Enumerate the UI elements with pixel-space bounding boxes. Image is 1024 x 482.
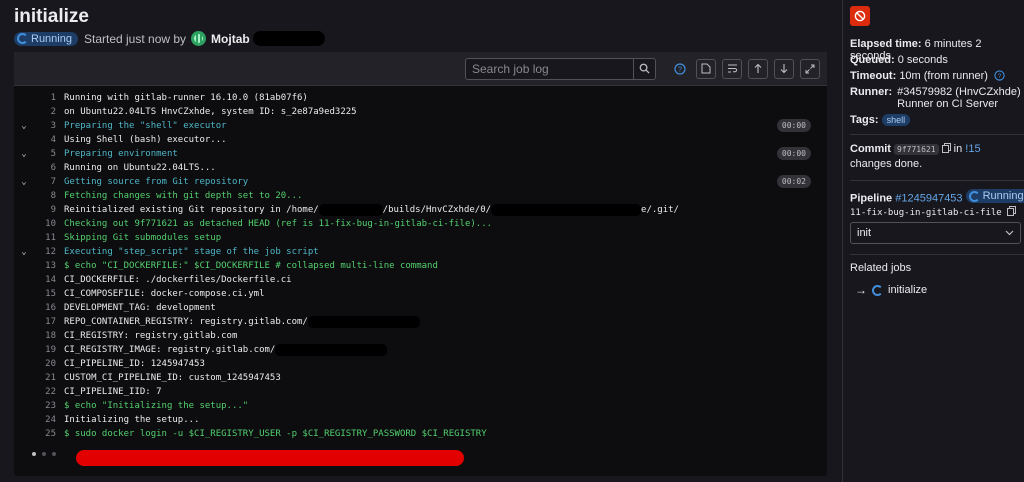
log-section-header[interactable]: ⌄ 7 Getting source from Git repository 00:0…: [14, 175, 827, 189]
redaction: [76, 450, 464, 466]
divider: [850, 134, 1024, 135]
log-line: 25 $ sudo docker login -u $CI_REGISTRY_US…: [45, 429, 487, 439]
redaction: [252, 31, 325, 46]
pipeline-link[interactable]: #1245947453: [895, 193, 962, 205]
cancel-icon: [854, 10, 866, 22]
chevron-down-icon[interactable]: ⌄: [14, 175, 34, 189]
svg-text:?: ?: [678, 66, 682, 73]
status-badge[interactable]: Running: [14, 31, 78, 46]
log-line: 1 Running with gitlab-runner 16.10.0 (81a…: [50, 93, 308, 103]
help-icon[interactable]: ?: [670, 59, 690, 79]
log-line: 8 Fetching changes with git depth set to …: [50, 191, 303, 201]
log-section-header[interactable]: ⌄ 5 Preparing environment 00:00: [14, 147, 827, 161]
log-line: 11 Skipping Git submodules setup: [45, 233, 222, 243]
status-badge-label: Running: [31, 32, 72, 45]
scroll-top-icon[interactable]: [748, 58, 768, 79]
chevron-down-icon[interactable]: ⌄: [14, 245, 34, 259]
author-name[interactable]: Mojtab: [211, 32, 250, 46]
log-section-header[interactable]: ⌄ 12 Executing "step_script" stage of the …: [14, 245, 827, 259]
help-icon[interactable]: ?: [994, 70, 1005, 81]
chevron-down-icon[interactable]: ⌄: [14, 147, 34, 161]
search-icon[interactable]: [633, 57, 655, 80]
search-input[interactable]: [466, 58, 633, 79]
job-meta: Running Started just now by Mojtab: [14, 31, 325, 46]
commit-info: Commit 9f771621 in !15: [850, 143, 981, 155]
sidebar-divider: [842, 0, 843, 482]
log-line: 21 CUSTOM_CI_PIPELINE_ID: custom_12459474…: [45, 373, 281, 383]
section-duration: 00:00: [776, 147, 811, 160]
related-job-item[interactable]: → initialize: [855, 283, 927, 297]
log-line: 14 CI_DOCKERFILE: ./dockerfiles/Dockerfil…: [45, 275, 292, 285]
section-duration: 00:02: [776, 175, 811, 188]
running-icon: [17, 33, 28, 44]
timeout: Timeout: 10m (from runner) ?: [850, 70, 1005, 82]
log-line: 23 $ echo "Initializing the setup...": [45, 401, 249, 411]
log-line: 6 Running on Ubuntu22.04LTS...: [50, 163, 216, 173]
log-line: 20 CI_PIPELINE_ID: 1245947453: [45, 359, 205, 369]
chevron-down-icon: [1005, 230, 1014, 236]
started-text: Started just now by: [83, 31, 187, 46]
log-line: 18 CI_REGISTRY: registry.gitlab.com: [45, 331, 238, 341]
runner-info: Runner: #34579982 (HnvCZxhde) Runner on C…: [850, 86, 1021, 110]
commit-sha[interactable]: 9f771621: [894, 144, 939, 155]
log-line: 17 REPO_CONTAINER_REGISTRY: registry.gitl…: [14, 315, 827, 329]
log-line: 15 CI_COMPOSEFILE: docker-compose.ci.yml: [45, 289, 265, 299]
arrow-right-icon: →: [855, 283, 867, 297]
commit-message: changes done.: [850, 158, 923, 170]
cancel-job-button[interactable]: [850, 6, 870, 26]
avatar[interactable]: [191, 31, 207, 46]
merge-request-link[interactable]: !15: [965, 143, 980, 155]
log-line: 22 CI_PIPELINE_IID: 7: [45, 387, 162, 397]
divider: [850, 180, 1024, 181]
related-jobs-title: Related jobs: [850, 262, 912, 274]
branch-info: 11-fix-bug-in-gitlab-ci-file: [850, 206, 1016, 218]
tag-badge[interactable]: shell: [881, 114, 911, 126]
pipeline-status-badge[interactable]: Running: [965, 189, 1024, 203]
branch-name[interactable]: 11-fix-bug-in-gitlab-ci-file: [850, 208, 1002, 218]
tags: Tags: shell: [850, 114, 911, 126]
log-line: 2 on Ubuntu22.04LTS HnvCZxhde, system ID…: [50, 107, 357, 117]
running-icon: [872, 284, 883, 296]
running-icon: [968, 190, 980, 202]
raw-log-icon[interactable]: [696, 58, 716, 79]
log-line: 19 CI_REGISTRY_IMAGE: registry.gitlab.com…: [14, 343, 827, 357]
pipeline-info: Pipeline #1245947453 Running for: [850, 189, 1024, 205]
log-line: 16 DEVELOPMENT_TAG: development: [45, 303, 216, 313]
log-line: 10 Checking out 9f771621 as detached HEAD…: [45, 219, 493, 229]
log-line: 24 Initializing the setup...: [45, 415, 200, 425]
wrap-lines-icon[interactable]: [722, 58, 742, 79]
section-duration: 00:00: [776, 119, 811, 132]
scroll-bottom-icon[interactable]: [774, 58, 794, 79]
copy-icon[interactable]: [1006, 206, 1016, 216]
divider: [850, 254, 1024, 255]
log-line: 4 Using Shell (bash) executor...: [50, 135, 227, 145]
fullscreen-icon[interactable]: [800, 58, 820, 79]
queued-time: Queued: 0 seconds: [850, 54, 948, 66]
stage-select[interactable]: init: [850, 222, 1021, 244]
log-line: 9 Reinitialized existing Git repository i…: [50, 203, 679, 216]
log-toolbar: ?: [14, 52, 827, 86]
log-section-header[interactable]: ⌄ 3 Preparing the "shell" executor 00:00: [14, 119, 827, 133]
chevron-down-icon[interactable]: ⌄: [14, 119, 34, 133]
log-lines: 1 Running with gitlab-runner 16.10.0 (81a…: [14, 86, 827, 441]
svg-text:?: ?: [998, 73, 1002, 80]
job-log: ? 1Running with gitlab-runner 16.10.0 (8…: [14, 52, 827, 476]
loading-dots: [32, 452, 56, 456]
log-line: 13 $ echo "CI_DOCKERFILE:" $CI_DOCKERFILE…: [45, 261, 438, 271]
job-title: initialize: [14, 6, 89, 27]
copy-icon[interactable]: [941, 143, 951, 153]
log-search: [465, 57, 656, 80]
